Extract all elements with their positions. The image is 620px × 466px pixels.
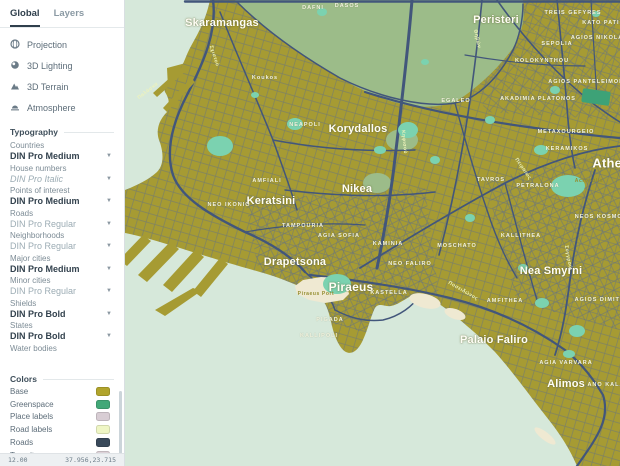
- font-select-value: DIN Pro Regular: [10, 218, 77, 229]
- typography-row-states: States DIN Pro Bold ▼: [0, 320, 124, 343]
- atmosphere-icon: [10, 102, 20, 114]
- global-item-label: Atmosphere: [27, 102, 76, 113]
- tab-bar: Global Layers: [0, 0, 124, 28]
- colors-header-label: Colors: [10, 374, 37, 384]
- font-select-value: DIN Pro Regular: [10, 286, 77, 296]
- font-select-value: DIN Pro Bold: [10, 308, 66, 319]
- color-swatch[interactable]: [96, 438, 110, 448]
- global-item-label: Projection: [27, 39, 68, 50]
- typography-row-label: Major cities: [10, 253, 51, 263]
- font-select-value: DIN Pro Regular: [10, 241, 77, 251]
- font-select-value: DIN Pro Italic: [10, 173, 64, 184]
- chevron-down-icon: ▼: [106, 175, 112, 182]
- color-row-label: Greenspace: [10, 399, 54, 409]
- font-select[interactable]: DIN Pro Regular ▼: [10, 240, 114, 252]
- typography-row-roads: Roads DIN Pro Regular ▼: [0, 208, 124, 231]
- sidebar: Global Layers Projection 3D Lighting 3D Ter…: [0, 0, 125, 466]
- font-select-value: DIN Pro Medium: [10, 151, 80, 161]
- global-item-3d-terrain[interactable]: 3D Terrain: [0, 76, 124, 97]
- color-row-transit[interactable]: Transit: [0, 449, 124, 453]
- typography-row-shields: Shields DIN Pro Bold ▼: [0, 298, 124, 321]
- chevron-down-icon: ▼: [106, 265, 112, 272]
- font-select[interactable]: DIN Pro Bold ▼: [10, 308, 114, 320]
- zoom-level-value: 12.00: [8, 455, 28, 464]
- typography-row-points-of-interest: Points of interest DIN Pro Medium ▼: [0, 185, 124, 208]
- typography-row-label: States: [10, 321, 33, 330]
- greenspace-patch: [363, 173, 391, 193]
- chevron-down-icon: ▼: [106, 243, 112, 249]
- globe-icon: [10, 38, 20, 51]
- font-select-value: DIN Pro Bold: [10, 331, 66, 341]
- color-row-label: Place labels: [10, 412, 54, 422]
- color-row-road-labels[interactable]: Road labels: [0, 423, 124, 436]
- typography-row-label: Countries: [10, 141, 45, 150]
- font-select-value: DIN Pro Medium: [10, 196, 80, 206]
- color-row-place-labels[interactable]: Place labels: [0, 411, 124, 424]
- coordinates-value: 37.956,23.715: [65, 455, 116, 464]
- global-item-label: 3D Terrain: [27, 81, 69, 92]
- color-swatch[interactable]: [96, 450, 110, 453]
- terrain-icon: [10, 81, 20, 93]
- typography-row-label: Neighborhoods: [10, 231, 65, 240]
- typography-row-water-bodies: Water bodies: [0, 343, 124, 366]
- global-item-projection[interactable]: Projection: [0, 34, 124, 55]
- map-canvas[interactable]: Skaramangas Peristeri Korydallos Nikea Kerat…: [125, 0, 620, 466]
- font-select-value: DIN Pro Medium: [10, 263, 80, 274]
- typography-row-label: Shields: [10, 298, 37, 308]
- chevron-down-icon: ▼: [106, 333, 112, 339]
- color-row-label: Roads: [10, 438, 34, 448]
- color-row-greenspace[interactable]: Greenspace: [0, 398, 124, 411]
- tab-global[interactable]: Global: [10, 8, 40, 27]
- global-item-3d-lighting[interactable]: 3D Lighting: [0, 55, 124, 76]
- color-row-label: Road labels: [10, 425, 53, 435]
- font-select[interactable]: DIN Pro Regular ▼: [10, 218, 114, 230]
- map-graphics: [125, 0, 620, 466]
- color-swatch[interactable]: [96, 399, 110, 409]
- color-swatch[interactable]: [96, 412, 110, 422]
- color-row-base[interactable]: Base: [0, 385, 124, 398]
- color-rows: Base Greenspace Place labels Road labels Roa…: [0, 385, 124, 453]
- color-row-label: Transit: [10, 451, 34, 453]
- typography-row-major-cities: Major cities DIN Pro Medium ▼: [0, 253, 124, 276]
- typography-rows: Countries DIN Pro Medium ▼ House numbers DIN…: [0, 140, 124, 365]
- typography-row-label: Minor cities: [10, 276, 51, 285]
- typography-row-house-numbers: House numbers DIN Pro Italic ▼: [0, 163, 124, 186]
- chevron-down-icon: ▼: [106, 310, 112, 317]
- font-select[interactable]: DIN Pro Italic ▼: [10, 173, 114, 185]
- sidebar-scroll-area[interactable]: Projection 3D Lighting 3D Terrain Atmospher…: [0, 28, 124, 453]
- typography-row-minor-cities: Minor cities DIN Pro Regular ▼: [0, 275, 124, 298]
- lighting-icon: [10, 60, 20, 72]
- chevron-down-icon: ▼: [106, 220, 112, 227]
- divider: [64, 131, 114, 133]
- typography-row-label: House numbers: [10, 163, 67, 173]
- font-select[interactable]: DIN Pro Medium ▼: [10, 150, 114, 162]
- typography-row-label: Roads: [10, 208, 34, 218]
- font-select[interactable]: DIN Pro Bold ▼: [10, 330, 114, 342]
- colors-section-header: Colors: [0, 365, 124, 387]
- global-item-atmosphere[interactable]: Atmosphere: [0, 97, 124, 118]
- color-row-label: Base: [10, 386, 29, 396]
- global-item-label: 3D Lighting: [27, 60, 73, 71]
- chevron-down-icon: ▼: [106, 198, 112, 204]
- chevron-down-icon: ▼: [106, 153, 112, 159]
- chevron-down-icon: ▼: [106, 288, 112, 294]
- typography-header-label: Typography: [10, 127, 59, 137]
- font-select[interactable]: DIN Pro Medium ▼: [10, 195, 114, 207]
- color-swatch[interactable]: [96, 386, 110, 396]
- scrollbar-thumb[interactable]: [119, 391, 122, 453]
- tab-layers[interactable]: Layers: [54, 8, 85, 27]
- global-settings-list: Projection 3D Lighting 3D Terrain Atmospher…: [0, 34, 124, 118]
- typography-row-label: Water bodies: [10, 343, 57, 353]
- divider: [42, 378, 114, 380]
- style-editor-window: Global Layers Projection 3D Lighting 3D Ter…: [0, 0, 620, 466]
- typography-section-header: Typography: [0, 118, 124, 140]
- font-select[interactable]: DIN Pro Regular ▼: [10, 285, 114, 297]
- color-row-roads[interactable]: Roads: [0, 436, 124, 449]
- status-bar: 12.00 37.956,23.715: [0, 452, 124, 466]
- typography-row-countries: Countries DIN Pro Medium ▼: [0, 140, 124, 163]
- typography-row-label: Points of interest: [10, 186, 70, 195]
- font-select[interactable]: DIN Pro Medium ▼: [10, 263, 114, 275]
- typography-row-neighborhoods: Neighborhoods DIN Pro Regular ▼: [0, 230, 124, 253]
- color-swatch[interactable]: [96, 425, 110, 435]
